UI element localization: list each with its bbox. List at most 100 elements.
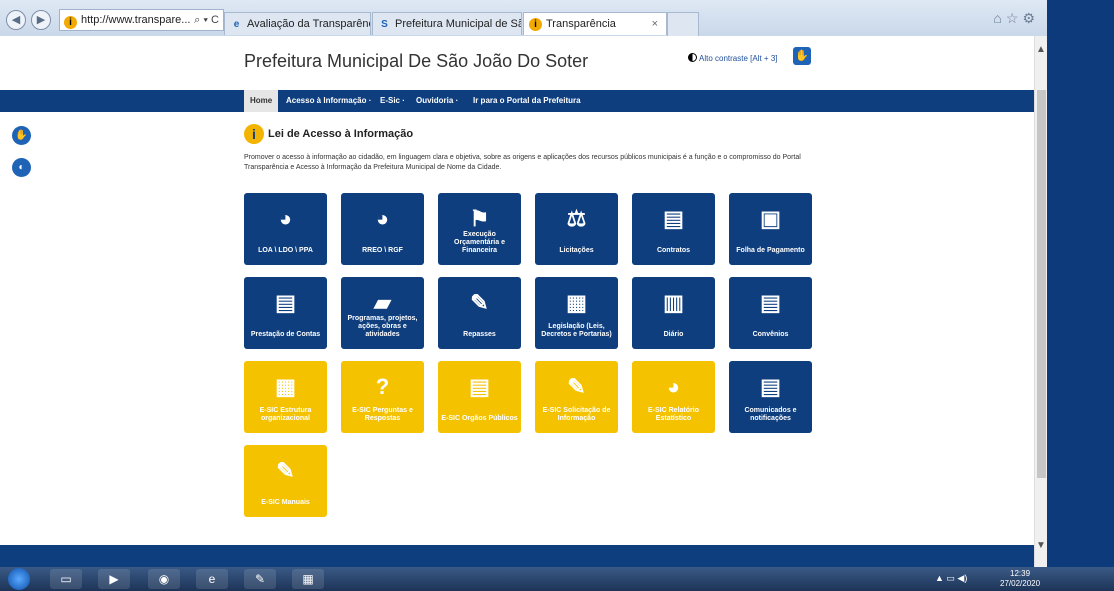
tile-label: Licitações bbox=[559, 247, 594, 254]
site-favicon-icon: S bbox=[381, 19, 388, 30]
ie-page-icon: e bbox=[233, 19, 240, 30]
tile-label: LOA \ LDO \ PPA bbox=[258, 247, 313, 254]
tile-13[interactable]: ? E-SIC Perguntas e Respostas bbox=[341, 361, 424, 433]
tile-label: Contratos bbox=[656, 247, 691, 254]
coins-chart-icon: ◕ bbox=[278, 206, 293, 231]
new-tab-button[interactable] bbox=[667, 12, 699, 36]
tile-16[interactable]: ◕ E-SIC Relatório Estatístico bbox=[632, 361, 715, 433]
scrollbar-thumb[interactable] bbox=[1037, 90, 1046, 478]
address-controls[interactable]: ⌕ ▾ C bbox=[194, 10, 219, 30]
tab-prefeitura[interactable]: S Prefeitura Municipal de São Jo... bbox=[372, 12, 522, 35]
nav-portal-prefeitura[interactable]: Ir para o Portal da Prefeitura bbox=[473, 90, 581, 112]
gear-icon[interactable]: ⚙ bbox=[1022, 10, 1039, 26]
taskbar: ▭ ▶ ◉ e ✎ ▦ ▲ ▭ ◀) 12:39 27/02/2020 bbox=[0, 567, 1114, 591]
tile-label: E-SIC Estrutura organizacional bbox=[259, 407, 312, 422]
nav-home[interactable]: Home bbox=[244, 90, 279, 112]
start-button[interactable] bbox=[8, 568, 30, 590]
tile-8[interactable]: ✎ Repasses bbox=[438, 277, 521, 349]
file-explorer-icon[interactable]: ▭ bbox=[50, 569, 82, 589]
tile-18[interactable]: ✎ E-SIC Manuais bbox=[244, 445, 327, 517]
documents-icon: ▤ bbox=[469, 374, 490, 399]
favorites-icon[interactable]: ☆ bbox=[1006, 10, 1023, 26]
tile-7[interactable]: ▰ Programas, projetos, ações, obras e ati… bbox=[341, 277, 424, 349]
side-sign-language-button[interactable]: ✋ bbox=[12, 126, 31, 145]
tile-10[interactable]: ▥ Diário bbox=[632, 277, 715, 349]
browser-window: ◀ ▶ i http://www.transpare... ⌕ ▾ C e Ava… bbox=[0, 0, 1047, 567]
nav-acesso-informacao[interactable]: Acesso à Informação · bbox=[286, 90, 371, 112]
tile-11[interactable]: ▤ Convênios bbox=[729, 277, 812, 349]
tile-6[interactable]: ▤ Prestação de Contas bbox=[244, 277, 327, 349]
edit-document-icon: ✎ bbox=[276, 458, 295, 483]
scroll-down-icon[interactable]: ▼ bbox=[1036, 540, 1046, 551]
footer-band bbox=[0, 545, 1034, 567]
gavel-icon: ⚖ bbox=[566, 206, 587, 231]
info-favicon-icon: i bbox=[529, 18, 542, 31]
nav-ouvidoria[interactable]: Ouvidoria · bbox=[416, 90, 458, 112]
clipboard-icon: ▣ bbox=[760, 206, 781, 231]
main-nav: Home Acesso à Informação · E-Sic · Ouvid… bbox=[0, 90, 1034, 112]
scroll-up-icon[interactable]: ▲ bbox=[1036, 44, 1046, 55]
sign-language-icon[interactable]: ✋ bbox=[793, 47, 811, 65]
browser-toolbar: ◀ ▶ i http://www.transpare... ⌕ ▾ C e Ava… bbox=[0, 0, 1047, 37]
site-title: Prefeitura Municipal De São João Do Sote… bbox=[244, 51, 589, 71]
nav-esic[interactable]: E-Sic · bbox=[380, 90, 405, 112]
back-button[interactable]: ◀ bbox=[6, 10, 26, 30]
tile-2[interactable]: ⚑ Execução Orçamentária e Financeira bbox=[438, 193, 521, 265]
forward-button[interactable]: ▶ bbox=[31, 10, 51, 30]
intro-text: Promover o acesso à informação ao cidadã… bbox=[244, 154, 801, 171]
contrast-label: Alto contraste [Alt + 3] bbox=[699, 54, 778, 63]
address-text: http://www.transpare... bbox=[81, 14, 191, 26]
edit-document-icon: ✎ bbox=[470, 290, 489, 315]
tab-label: Transparência bbox=[546, 18, 616, 30]
tile-label: E-SIC Perguntas e Respostas bbox=[352, 407, 413, 422]
home-icon[interactable]: ⌂ bbox=[993, 10, 1005, 26]
coins-chart-icon: ◕ bbox=[666, 374, 681, 399]
side-contrast-button[interactable]: ◐ bbox=[12, 158, 31, 177]
tile-label: E-SIC Solicitação de Informação bbox=[542, 407, 611, 422]
tile-4[interactable]: ▤ Contratos bbox=[632, 193, 715, 265]
tile-12[interactable]: ▦ E-SIC Estrutura organizacional bbox=[244, 361, 327, 433]
tile-5[interactable]: ▣ Folha de Pagamento bbox=[729, 193, 812, 265]
tile-label: E-SIC Orgãos Públicos bbox=[441, 415, 518, 422]
site-info-icon[interactable]: i bbox=[64, 16, 77, 29]
tile-label: Folha de Pagamento bbox=[736, 247, 805, 254]
tile-label: E-SIC Relatório Estatístico bbox=[648, 407, 699, 422]
tile-15[interactable]: ✎ E-SIC Solicitação de Informação bbox=[535, 361, 618, 433]
desktop-background bbox=[1047, 0, 1114, 567]
tile-9[interactable]: ▦ Legislação (Leis, Decretos e Portarias) bbox=[535, 277, 618, 349]
tile-0[interactable]: ◕ LOA \ LDO \ PPA bbox=[244, 193, 327, 265]
tile-1[interactable]: ◕ RREO \ RGF bbox=[341, 193, 424, 265]
web-page: Prefeitura Municipal De São João Do Sote… bbox=[0, 36, 1034, 567]
system-tray-icons[interactable]: ▲ ▭ ◀) bbox=[935, 573, 967, 584]
clock-time: 12:39 bbox=[1010, 569, 1031, 578]
section-title: Lei de Acesso à Informação bbox=[268, 128, 414, 140]
address-bar[interactable]: i http://www.transpare... ⌕ ▾ C bbox=[59, 9, 224, 31]
tile-label: Programas, projetos, ações, obras e ativ… bbox=[347, 315, 418, 338]
clock[interactable]: 12:39 27/02/2020 bbox=[1000, 569, 1040, 589]
high-contrast-link[interactable]: Alto contraste [Alt + 3] bbox=[688, 53, 777, 63]
tab-avaliacao[interactable]: e Avaliação da Transparência do... bbox=[224, 12, 371, 35]
tile-17[interactable]: ▤ Comunicados e notificações bbox=[729, 361, 812, 433]
tab-transparencia[interactable]: i Transparência × bbox=[523, 12, 667, 35]
media-player-icon[interactable]: ▶ bbox=[98, 569, 130, 589]
edit-document-icon: ✎ bbox=[567, 374, 586, 399]
folder-icon: ▰ bbox=[374, 290, 391, 315]
tile-label: Execução Orçamentária e Financeira bbox=[454, 231, 505, 254]
paint-icon[interactable]: ✎ bbox=[244, 569, 276, 589]
question-person-icon: ? bbox=[375, 374, 390, 399]
books-icon: ▥ bbox=[663, 290, 684, 315]
clock-date: 27/02/2020 bbox=[1000, 579, 1041, 588]
chrome-icon[interactable]: ◉ bbox=[148, 569, 180, 589]
tile-label: Comunicados e notificações bbox=[744, 407, 797, 422]
spreadsheet-icon[interactable]: ▦ bbox=[292, 569, 324, 589]
internet-explorer-icon[interactable]: e bbox=[196, 569, 228, 589]
tile-3[interactable]: ⚖ Licitações bbox=[535, 193, 618, 265]
tile-label: RREO \ RGF bbox=[362, 247, 403, 254]
close-tab-icon[interactable]: × bbox=[652, 13, 658, 35]
tile-14[interactable]: ▤ E-SIC Orgãos Públicos bbox=[438, 361, 521, 433]
documents-icon: ▤ bbox=[760, 290, 781, 315]
vertical-scrollbar[interactable]: ▲ ▼ bbox=[1034, 36, 1047, 567]
documents-icon: ▤ bbox=[663, 206, 684, 231]
tile-label: Repasses bbox=[463, 331, 496, 338]
org-structure-icon: ▦ bbox=[275, 374, 296, 399]
